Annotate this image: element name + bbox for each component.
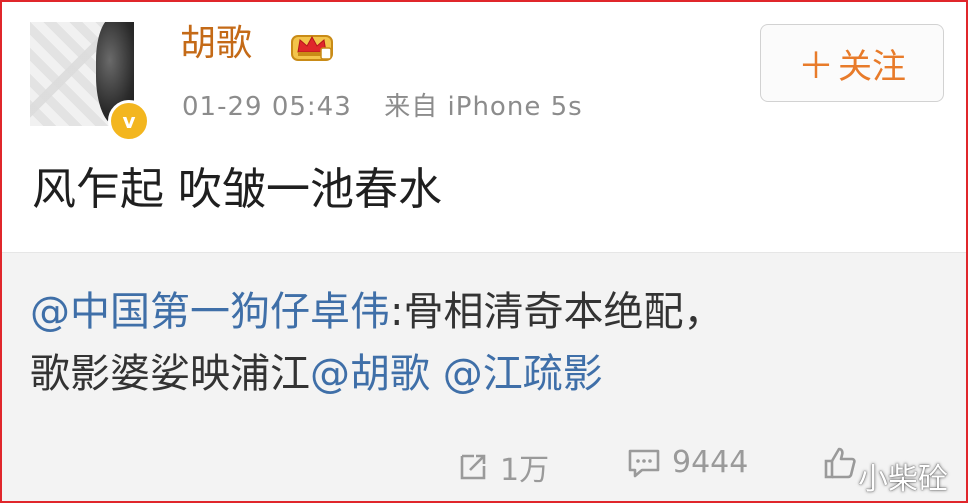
- action-bar: 1万 9444: [2, 435, 966, 495]
- verified-v-icon: v: [108, 100, 150, 142]
- source: 来自 iPhone 5s: [384, 92, 583, 122]
- watermark: 小柴砼: [858, 462, 948, 497]
- weibo-card: v 胡歌 01-29 05:43 来自 iPhone 5s ＋ 关注 风乍起 吹…: [0, 0, 968, 503]
- post-header: v 胡歌 01-29 05:43 来自 iPhone 5s ＋ 关注 风乍起 吹…: [2, 2, 966, 252]
- forward-button[interactable]: 1万: [456, 445, 549, 489]
- vip-crown-icon[interactable]: [290, 28, 334, 62]
- mention-link[interactable]: @胡歌: [310, 351, 430, 397]
- post-text: 风乍起 吹皱一池春水: [32, 164, 442, 215]
- repost-text-spacer: [430, 351, 443, 397]
- mention-link[interactable]: @江疏影: [443, 351, 603, 397]
- forward-count: 1万: [500, 453, 550, 488]
- plus-icon: ＋: [797, 46, 834, 87]
- repost-block[interactable]: @中国第一狗仔卓伟:骨相清奇本绝配， 歌影婆娑映浦江@胡歌 @江疏影 1万 94…: [2, 252, 966, 501]
- forward-icon: [460, 454, 486, 480]
- like-icon: [824, 447, 856, 479]
- repost-text-segment: :骨相清奇本绝配，: [390, 289, 724, 335]
- post-meta: 01-29 05:43 来自 iPhone 5s: [182, 86, 583, 123]
- comment-count: 9444: [672, 445, 749, 480]
- repost-text-segment: 歌影婆娑映浦江: [30, 351, 310, 397]
- repost-text: @中国第一狗仔卓伟:骨相清奇本绝配， 歌影婆娑映浦江@胡歌 @江疏影: [30, 281, 940, 405]
- comment-button[interactable]: 9444: [626, 445, 748, 480]
- username[interactable]: 胡歌: [180, 20, 252, 68]
- follow-button[interactable]: ＋ 关注: [760, 24, 944, 102]
- mention-link[interactable]: @中国第一狗仔卓伟: [30, 289, 390, 335]
- comment-icon: [628, 449, 660, 477]
- follow-label: 关注: [838, 46, 906, 87]
- timestamp: 01-29 05:43: [182, 92, 352, 122]
